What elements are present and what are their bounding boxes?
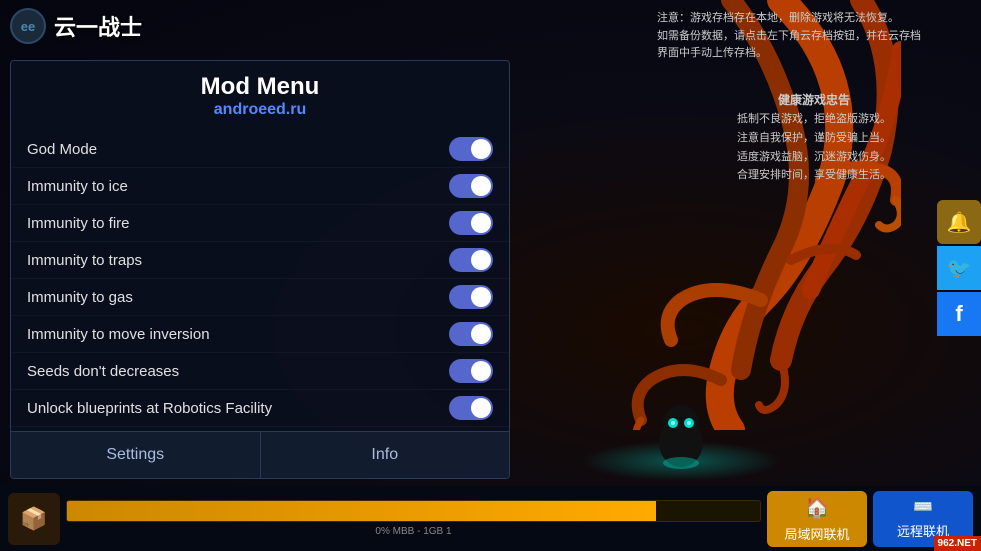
mod-menu-subtitle: androeed.ru	[11, 101, 509, 119]
save-icon-box[interactable]: 📦	[8, 493, 60, 545]
mod-item-label-4: Immunity to gas	[27, 289, 133, 306]
game-character	[651, 401, 711, 471]
mod-item-toggle-2[interactable]	[449, 211, 493, 235]
mod-item-label-0: God Mode	[27, 141, 97, 158]
watermark-962: 962.NET	[934, 536, 981, 551]
progress-bar-outer	[66, 500, 761, 522]
mod-item-2: Immunity to fire	[11, 205, 509, 242]
mod-item-6: Seeds don't decreases	[11, 353, 509, 390]
toggle-knob-4	[471, 287, 491, 307]
mod-item-toggle-5[interactable]	[449, 322, 493, 346]
lan-button[interactable]: 🏠 局域网联机	[767, 491, 867, 547]
mod-item-toggle-1[interactable]	[449, 174, 493, 198]
mod-item-label-2: Immunity to fire	[27, 215, 130, 232]
mod-item-toggle-4[interactable]	[449, 285, 493, 309]
mod-item-list: God Mode Immunity to ice Immunity to fire I…	[11, 127, 509, 431]
toggle-knob-7	[471, 398, 491, 418]
app-title: 云一战士	[54, 10, 142, 42]
toggle-knob-1	[471, 176, 491, 196]
mod-menu-header: Mod Menu androeed.ru	[11, 61, 509, 127]
mod-item-label-1: Immunity to ice	[27, 178, 128, 195]
save-warning: 注意：游戏存档存在本地，删除游戏将无法恢复。 如需备份数据，请点击左下角云存档按…	[657, 10, 921, 63]
bottom-bar: 📦 0% MBB - 1GB 1 🏠 局域网联机 ⌨️ 远程联机	[0, 486, 981, 551]
mod-item-3: Immunity to traps	[11, 242, 509, 279]
app-logo: ee 云一战士	[10, 8, 142, 44]
mod-menu-title: Mod Menu	[11, 73, 509, 101]
settings-button[interactable]: Settings	[11, 432, 260, 478]
mod-item-label-5: Immunity to move inversion	[27, 326, 210, 343]
ee-emblem: ee	[10, 8, 46, 44]
toggle-knob-5	[471, 324, 491, 344]
toggle-knob-0	[471, 139, 491, 159]
mod-item-label-3: Immunity to traps	[27, 252, 142, 269]
mod-item-0: God Mode	[11, 131, 509, 168]
mod-item-label-6: Seeds don't decreases	[27, 363, 179, 380]
progress-area: 0% MBB - 1GB 1	[66, 500, 761, 537]
toggle-knob-3	[471, 250, 491, 270]
twitter-button[interactable]: 🐦	[937, 246, 981, 290]
mod-item-toggle-0[interactable]	[449, 137, 493, 161]
tentacle-decoration	[481, 0, 901, 430]
toggle-knob-2	[471, 213, 491, 233]
mod-item-label-7: Unlock blueprints at Robotics Facility	[27, 400, 272, 417]
lan-label: 局域网联机	[784, 524, 849, 543]
mod-item-5: Immunity to move inversion	[11, 316, 509, 353]
notification-button[interactable]: 🔔	[937, 200, 981, 244]
toggle-knob-6	[471, 361, 491, 381]
mod-item-7: Unlock blueprints at Robotics Facility	[11, 390, 509, 427]
mod-item-4: Immunity to gas	[11, 279, 509, 316]
mod-item-toggle-7[interactable]	[449, 396, 493, 420]
health-advisory: 健康游戏忠告 抵制不良游戏，拒绝盗版游戏。 注意自我保护，谨防受骗上当。 适度游…	[737, 90, 891, 185]
mod-item-1: Immunity to ice	[11, 168, 509, 205]
mod-item-toggle-3[interactable]	[449, 248, 493, 272]
social-panel: 🔔 🐦 f	[937, 200, 981, 336]
facebook-button[interactable]: f	[937, 292, 981, 336]
info-button[interactable]: Info	[260, 432, 510, 478]
mod-menu-panel: Mod Menu androeed.ru God Mode Immunity to…	[10, 60, 510, 479]
mod-menu-footer: Settings Info	[11, 431, 509, 478]
progress-bar-inner	[67, 501, 656, 521]
progress-text: 0% MBB - 1GB 1	[66, 526, 761, 537]
mod-item-toggle-6[interactable]	[449, 359, 493, 383]
